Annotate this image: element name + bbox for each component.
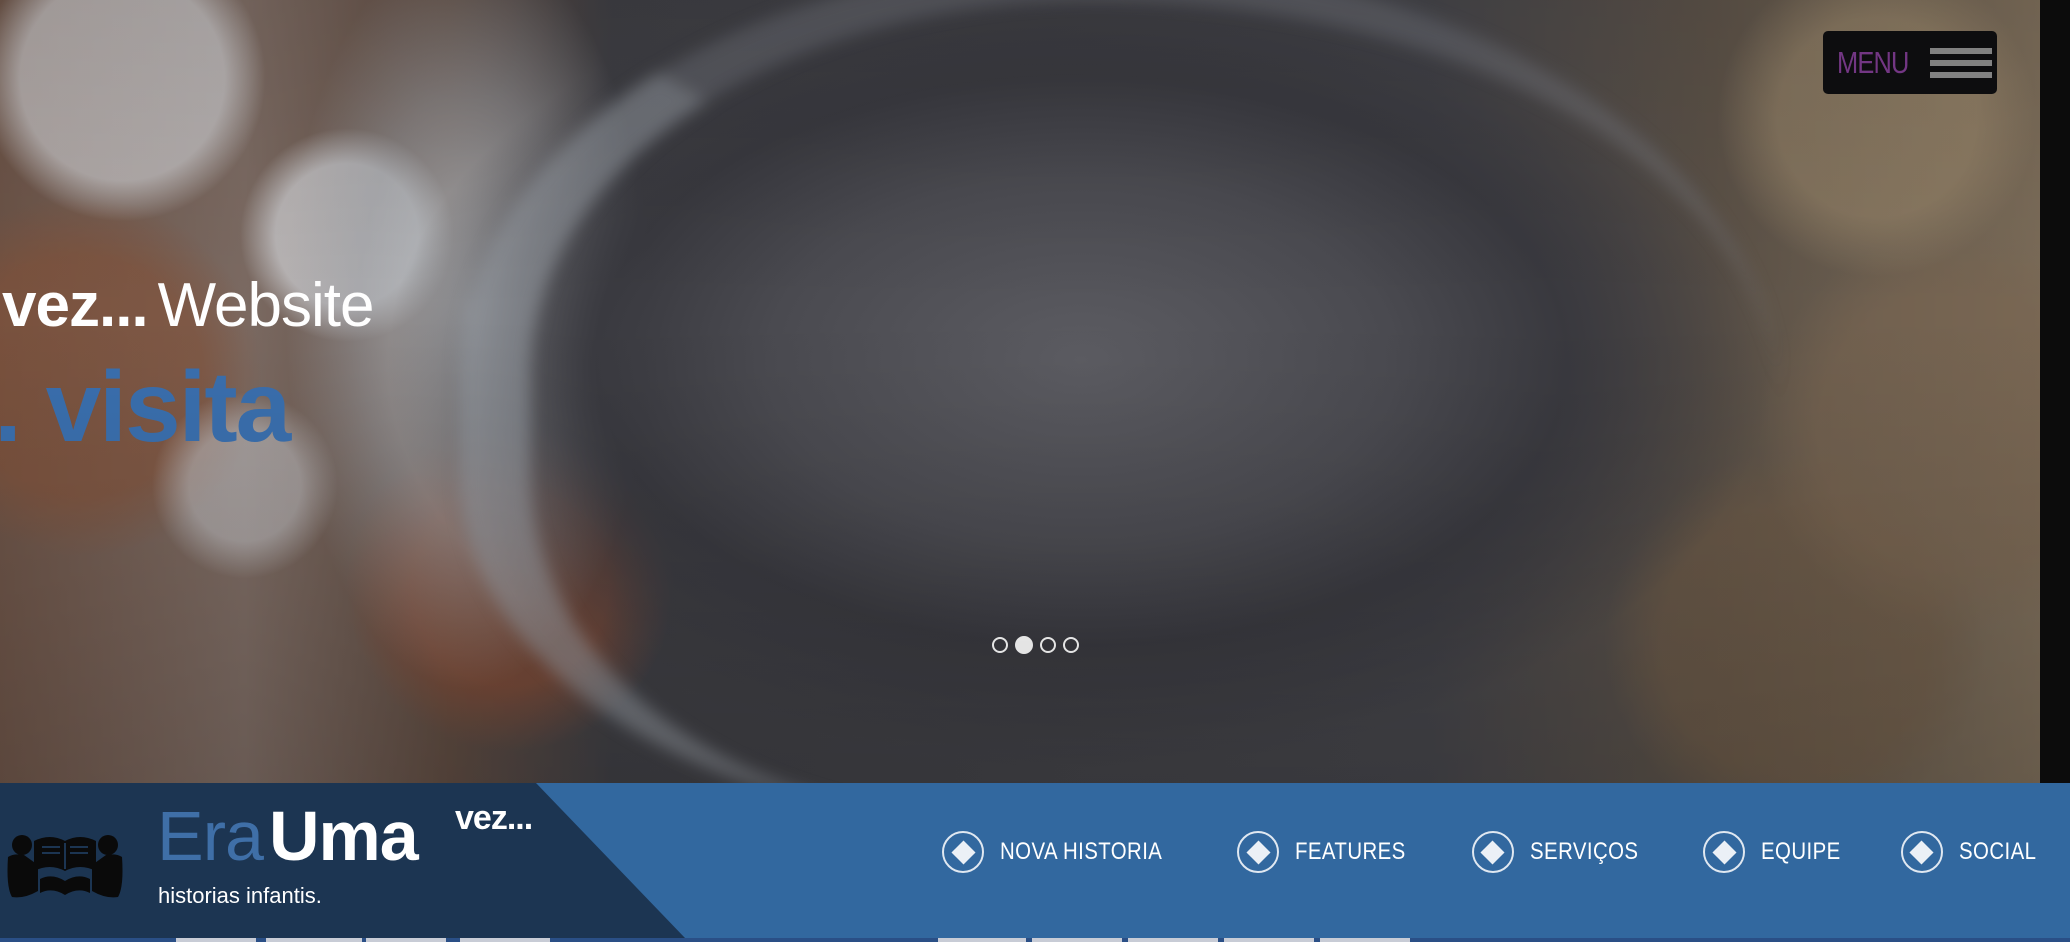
hero-headline-accent: . visita xyxy=(0,351,291,463)
diamond-circle-icon xyxy=(1900,831,1943,873)
nav-item-label: SERVIÇOS xyxy=(1529,838,1639,865)
reading-children-logo-icon xyxy=(7,835,123,898)
brand-word-era: Era xyxy=(157,797,264,875)
main-navbar: EraUma vez... historias infantis. NOVA H… xyxy=(0,783,2070,938)
nav-item-servicos[interactable]: SERVIÇOS xyxy=(1471,831,1658,873)
brand-title: EraUma xyxy=(157,801,419,871)
nav-item-label: SOCIAL xyxy=(1958,838,2037,865)
diamond-circle-icon xyxy=(1471,831,1514,873)
hamburger-icon xyxy=(1930,47,1993,78)
window-edge xyxy=(2040,0,2070,783)
brand-panel[interactable]: EraUma vez... historias infantis. xyxy=(0,783,685,938)
hero-headline-bold: vez... xyxy=(2,271,149,340)
slider-dot-2[interactable] xyxy=(1015,636,1033,654)
nav-item-label: FEATURES xyxy=(1295,838,1407,865)
slider-dot-1[interactable] xyxy=(992,637,1008,653)
slider-dot-4[interactable] xyxy=(1063,637,1079,653)
diamond-circle-icon xyxy=(1237,831,1280,873)
slider-pagination xyxy=(992,636,1079,654)
brand-word-uma: Uma xyxy=(268,797,419,875)
hero-headline: vez... Website xyxy=(2,270,375,341)
nav-menu: NOVA HISTORIA FEATURES SERVIÇOS EQUIPE S… xyxy=(942,831,2050,873)
taskbar-strip xyxy=(0,938,2070,942)
diamond-circle-icon xyxy=(1703,831,1746,873)
nav-item-label: EQUIPE xyxy=(1761,838,1841,865)
brand-tagline: historias infantis. xyxy=(158,883,322,908)
menu-button-label: MENU xyxy=(1837,44,1909,80)
nav-item-nova-historia[interactable]: NOVA HISTORIA xyxy=(942,831,1191,873)
diamond-circle-icon xyxy=(942,831,985,873)
hero-background-hood xyxy=(460,0,1780,783)
menu-button[interactable]: MENU xyxy=(1823,31,1997,94)
hero-headline-light: Website xyxy=(157,271,375,340)
slider-dot-3[interactable] xyxy=(1040,637,1056,653)
nav-item-social[interactable]: SOCIAL xyxy=(1900,831,2050,873)
brand-word-vez: vez... xyxy=(455,799,533,837)
nav-item-label: NOVA HISTORIA xyxy=(1000,838,1163,865)
nav-item-features[interactable]: FEATURES xyxy=(1237,831,1425,873)
nav-item-equipe[interactable]: EQUIPE xyxy=(1703,831,1855,873)
hero-slider: vez... Website . visita MENU xyxy=(0,0,2040,783)
